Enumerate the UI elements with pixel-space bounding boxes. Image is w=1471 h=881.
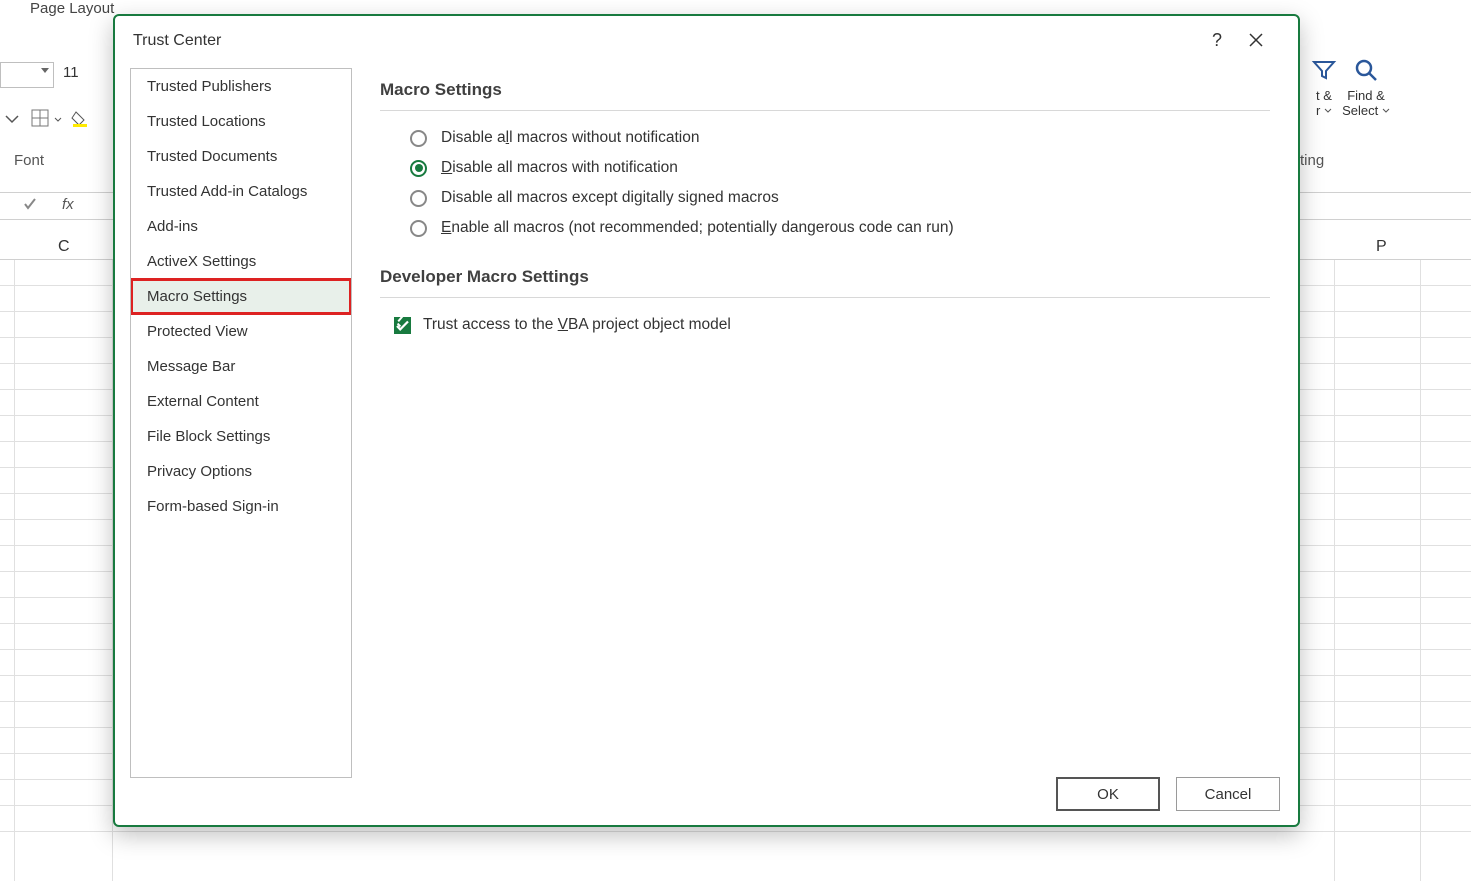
help-button[interactable]: ? [1212,30,1222,51]
radio-enable-all-macros[interactable]: Enable all macros (not recommended; pote… [410,219,1270,237]
radio-label: Disable all macros with notification [441,159,678,177]
trust-center-sidebar: Trusted PublishersTrusted LocationsTrust… [130,68,352,778]
close-button[interactable] [1242,26,1270,54]
label: Select [1342,103,1378,118]
sidebar-item-trusted-publishers[interactable]: Trusted Publishers [131,69,351,104]
macro-settings-radio-group: Disable all macros without notification … [410,129,1270,237]
sidebar-item-macro-settings[interactable]: Macro Settings [131,279,351,314]
formula-accept-icon[interactable] [22,196,38,217]
section-title-macro-settings: Macro Settings [380,80,1270,100]
font-dropdown-icon[interactable] [2,108,22,128]
sidebar-item-trusted-documents[interactable]: Trusted Documents [131,139,351,174]
filter-icon [1310,56,1338,84]
checkbox-trust-vba-access[interactable]: Trust access to the VBA project object m… [394,316,1270,334]
trust-center-content: Macro Settings Disable all macros withou… [380,80,1270,755]
ribbon-group-label-font: Font [14,152,44,169]
ribbon-group-label-trunc: ting [1300,152,1324,169]
sidebar-item-file-block-settings[interactable]: File Block Settings [131,419,351,454]
radio-label: Enable all macros (not recommended; pote… [441,219,954,237]
dialog-titlebar[interactable]: Trust Center ? [133,24,1280,58]
radio-disable-all-with-notification[interactable]: Disable all macros with notification [410,159,1270,177]
sidebar-item-message-bar[interactable]: Message Bar [131,349,351,384]
label: t & [1316,88,1332,103]
ok-button[interactable]: OK [1056,777,1160,811]
cancel-button[interactable]: Cancel [1176,777,1280,811]
radio-icon [410,130,427,147]
fx-label: fx [62,196,74,213]
dialog-button-row: OK Cancel [1056,777,1280,811]
sidebar-item-privacy-options[interactable]: Privacy Options [131,454,351,489]
ribbon-tab-page-layout[interactable]: Page Layout [30,0,114,17]
section-title-developer-macro: Developer Macro Settings [380,267,1270,287]
checkbox-label: Trust access to the VBA project object m… [423,316,731,334]
divider [380,297,1270,298]
trust-center-dialog: Trust Center ? Trusted PublishersTrusted… [113,14,1300,827]
find-select-button[interactable]: Find & Select [1336,56,1396,118]
column-header-p[interactable]: P [1376,238,1387,256]
search-icon [1352,56,1380,84]
chevron-down-icon [1320,103,1332,118]
fill-color-icon[interactable] [70,108,90,128]
borders-icon[interactable] [30,108,50,128]
radio-icon [410,220,427,237]
sidebar-item-external-content[interactable]: External Content [131,384,351,419]
close-icon [1248,32,1264,48]
sidebar-item-trusted-add-in-catalogs[interactable]: Trusted Add-in Catalogs [131,174,351,209]
dialog-title: Trust Center [133,32,221,50]
font-size-dropdown[interactable] [0,62,54,88]
sidebar-item-protected-view[interactable]: Protected View [131,314,351,349]
label: Find & [1347,88,1385,103]
chevron-down-icon [41,68,49,73]
chevron-down-icon[interactable] [54,116,62,124]
sidebar-item-trusted-locations[interactable]: Trusted Locations [131,104,351,139]
radio-disable-all-without-notification[interactable]: Disable all macros without notification [410,129,1270,147]
sidebar-item-add-ins[interactable]: Add-ins [131,209,351,244]
chevron-down-icon [1378,103,1390,118]
radio-label: Disable all macros except digitally sign… [441,189,779,207]
divider [380,110,1270,111]
radio-disable-except-signed[interactable]: Disable all macros except digitally sign… [410,189,1270,207]
sidebar-item-activex-settings[interactable]: ActiveX Settings [131,244,351,279]
checkbox-icon [394,317,411,334]
sidebar-item-form-based-sign-in[interactable]: Form-based Sign-in [131,489,351,524]
font-size-value: 11 [63,64,79,81]
radio-icon [410,160,427,177]
column-header-c[interactable]: C [58,238,70,256]
radio-label: Disable all macros without notification [441,129,699,147]
radio-icon [410,190,427,207]
